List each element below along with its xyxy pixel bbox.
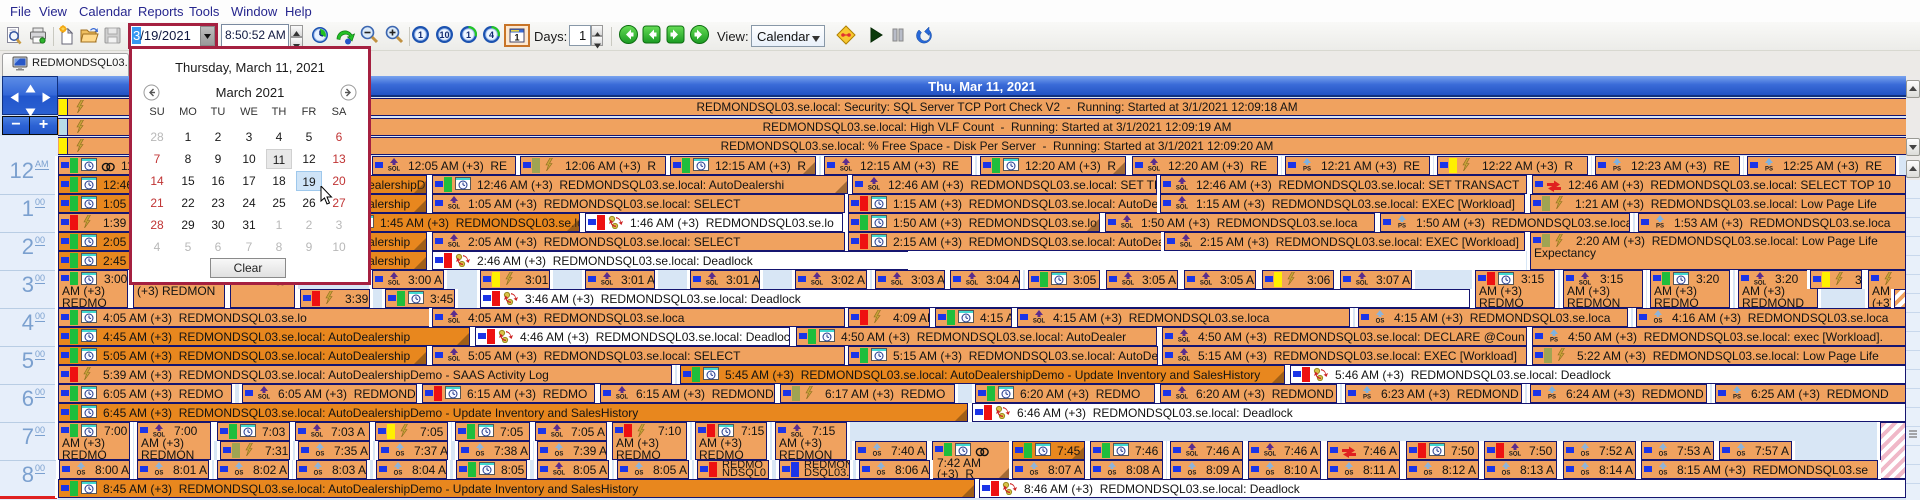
svg-text:SQL: SQL bbox=[1176, 395, 1189, 400]
svg-text:SQL: SQL bbox=[840, 167, 853, 172]
svg-text:QS: QS bbox=[1345, 471, 1354, 476]
svg-text:QS: QS bbox=[1188, 471, 1197, 476]
svg-text:PS: PS bbox=[1303, 167, 1311, 172]
svg-text:QS: QS bbox=[77, 471, 86, 476]
svg-text:SQL: SQL bbox=[1176, 186, 1189, 191]
svg-text:QS: QS bbox=[316, 452, 325, 457]
svg-text:QS: QS bbox=[1376, 319, 1385, 324]
svg-text:QS: QS bbox=[873, 452, 882, 457]
svg-text:SQL: SQL bbox=[868, 186, 881, 191]
svg-text:SQL: SQL bbox=[706, 281, 719, 286]
svg-text:QS: QS bbox=[1654, 319, 1663, 324]
svg-text:SQL: SQL bbox=[551, 433, 564, 438]
svg-text:QS: QS bbox=[1502, 471, 1511, 476]
svg-text:QS: QS bbox=[394, 471, 403, 476]
svg-text:SQL: SQL bbox=[1356, 281, 1369, 286]
svg-text:SQL: SQL bbox=[1176, 205, 1189, 210]
svg-text:SQL: SQL bbox=[1509, 452, 1522, 457]
svg-text:PS: PS bbox=[1550, 338, 1558, 343]
svg-text:QS: QS bbox=[1108, 471, 1117, 476]
svg-text:QS: QS bbox=[1030, 471, 1039, 476]
svg-text:QS: QS bbox=[1737, 452, 1746, 457]
svg-text:PS: PS bbox=[1548, 395, 1556, 400]
svg-text:SQL: SQL bbox=[448, 205, 461, 210]
svg-text:SQL: SQL bbox=[448, 319, 461, 324]
svg-text:QS: QS bbox=[877, 471, 886, 476]
svg-text:PS: PS bbox=[1656, 224, 1664, 229]
svg-text:SQL: SQL bbox=[1033, 319, 1046, 324]
svg-text:QS: QS bbox=[396, 452, 405, 457]
svg-text:1: 1 bbox=[514, 33, 519, 43]
svg-text:SQL: SQL bbox=[448, 357, 461, 362]
svg-text:PS: PS bbox=[1765, 167, 1773, 172]
svg-text:1: 1 bbox=[418, 30, 423, 40]
svg-text:SQL: SQL bbox=[1264, 452, 1277, 457]
svg-text:QS: QS bbox=[1581, 452, 1590, 457]
svg-text:PS: PS bbox=[1398, 224, 1406, 229]
svg-text:SQL: SQL bbox=[388, 167, 401, 172]
svg-text:SQL: SQL bbox=[966, 281, 979, 286]
svg-text:SQL: SQL bbox=[553, 471, 566, 476]
svg-text:SQL: SQL bbox=[601, 281, 614, 286]
svg-text:1: 1 bbox=[466, 30, 471, 40]
svg-text:SQL: SQL bbox=[258, 395, 271, 400]
svg-text:QS: QS bbox=[1424, 471, 1433, 476]
svg-text:SQL: SQL bbox=[1178, 338, 1191, 343]
svg-text:QS: QS bbox=[155, 471, 164, 476]
svg-text:SQL: SQL bbox=[1180, 243, 1193, 248]
svg-text:SQL: SQL bbox=[1122, 281, 1135, 286]
svg-text:QS: QS bbox=[1266, 471, 1275, 476]
svg-text:QS: QS bbox=[635, 471, 644, 476]
svg-text:SQL: SQL bbox=[311, 433, 324, 438]
svg-text:PS: PS bbox=[1613, 167, 1621, 172]
svg-text:SQL: SQL bbox=[891, 281, 904, 286]
svg-text:PS: PS bbox=[1733, 395, 1741, 400]
svg-text:SQL: SQL bbox=[1178, 357, 1191, 362]
svg-text:QS: QS bbox=[1581, 471, 1590, 476]
svg-text:QS: QS bbox=[476, 452, 485, 457]
svg-text:SQL: SQL bbox=[448, 243, 461, 248]
svg-text:QS: QS bbox=[555, 452, 564, 457]
svg-text:SQL: SQL bbox=[1121, 224, 1134, 229]
svg-text:QS: QS bbox=[314, 471, 323, 476]
svg-text:SQL: SQL bbox=[1186, 452, 1199, 457]
svg-text:SQL: SQL bbox=[811, 281, 824, 286]
svg-text:SQL: SQL bbox=[616, 395, 629, 400]
svg-text:4: 4 bbox=[489, 30, 494, 40]
svg-text:SQL: SQL bbox=[388, 281, 401, 286]
svg-text:PS: PS bbox=[1363, 395, 1371, 400]
svg-text:SQL: SQL bbox=[1200, 281, 1213, 286]
svg-text:SQL: SQL bbox=[1148, 167, 1161, 172]
svg-text:QS: QS bbox=[1659, 471, 1668, 476]
svg-text:QS: QS bbox=[1659, 452, 1668, 457]
svg-text:10: 10 bbox=[439, 30, 449, 40]
svg-text:QS: QS bbox=[235, 471, 244, 476]
